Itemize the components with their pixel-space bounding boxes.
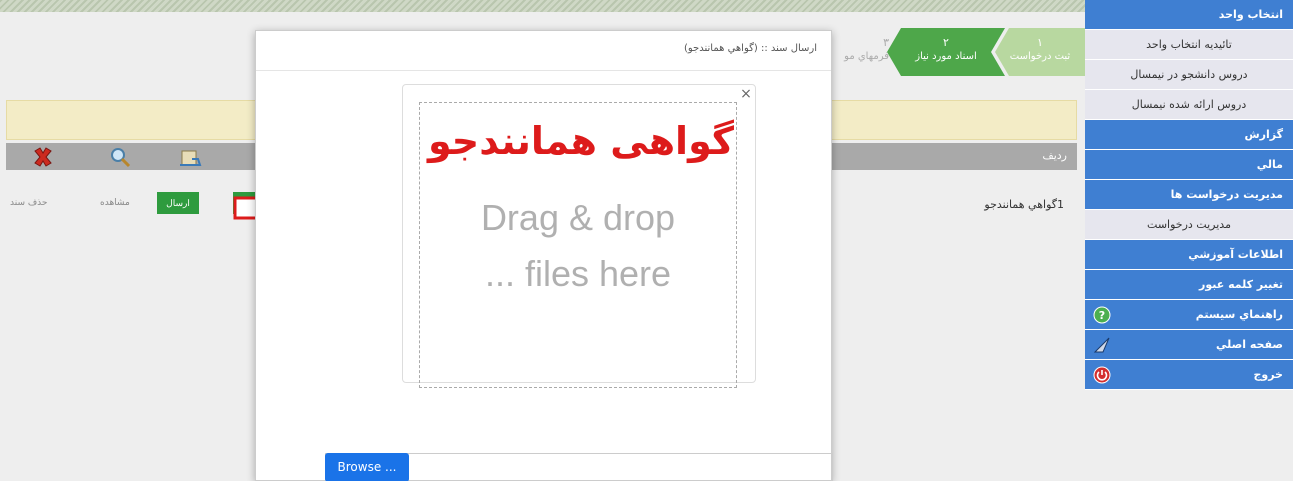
sidebar-item-logout[interactable]: خروج [1085, 360, 1293, 390]
sidebar-item-change-password[interactable]: تغيير كلمه عبور [1085, 270, 1293, 300]
sidebar-item-label: گزارش [1244, 128, 1283, 141]
delete-icon[interactable] [31, 145, 55, 169]
sidebar-item-confirm-units[interactable]: تائيديه انتخاب واحد [1085, 30, 1293, 60]
dropzone-text-line1: Drag & drop [480, 197, 676, 238]
sidebar-item-label: مديريت درخواست [1147, 218, 1231, 231]
sidebar: انتخاب واحد تائيديه انتخاب واحد دروس دان… [1085, 0, 1293, 481]
document-heading: گواهی همانندجو [427, 119, 734, 163]
send-button[interactable]: ارسال [157, 192, 199, 214]
sidebar-item-label: اطلاعات آموزشي [1188, 248, 1283, 261]
sidebar-item-label: خروج [1253, 368, 1283, 381]
modal-header: ارسال سند :: (گواهي همانندجو) [256, 31, 831, 71]
help-icon: ? [1093, 306, 1111, 324]
sidebar-item-system-help[interactable]: راهنماي سيستم ? [1085, 300, 1293, 330]
step-2-label: اسناد مورد نياز [915, 51, 977, 62]
sidebar-item-label: دروس دانشجو در نيمسال [1130, 68, 1248, 81]
step-2[interactable]: ۲ اسناد مورد نياز [887, 28, 1005, 76]
row-title: گواهي همانندجو [984, 198, 1057, 211]
top-banner-strip [0, 0, 1085, 12]
step-3[interactable]: ۳ فرمهاي مو [835, 28, 895, 76]
sidebar-item-label: راهنماي سيستم [1195, 308, 1283, 321]
sidebar-item-select-units[interactable]: انتخاب واحد [1085, 0, 1293, 30]
sidebar-item-financial[interactable]: مالي [1085, 150, 1293, 180]
row-number: 1 [1057, 198, 1064, 211]
step-3-label: فرمهاي مو [844, 51, 889, 62]
upload-modal: ارسال سند :: (گواهي همانندجو) × گواهی هم… [255, 30, 833, 481]
column-radif: رديف [1042, 149, 1067, 162]
sidebar-item-offered-courses[interactable]: دروس ارائه شده نيمسال [1085, 90, 1293, 120]
svg-text:?: ? [1099, 309, 1105, 322]
sidebar-item-label: دروس ارائه شده نيمسال [1131, 98, 1247, 111]
sidebar-item-label: مديريت درخواست ها [1170, 188, 1283, 201]
close-icon[interactable]: × [739, 87, 753, 101]
step-1-number: ۱ [1037, 36, 1043, 49]
sidebar-item-label: صفحه اصلي [1216, 338, 1283, 351]
step-1[interactable]: ۱ ثبت درخواست [995, 28, 1085, 76]
sidebar-item-home[interactable]: صفحه اصلي [1085, 330, 1293, 360]
upload-icon[interactable] [178, 145, 202, 169]
sidebar-item-label: انتخاب واحد [1218, 8, 1283, 21]
home-icon [1093, 337, 1110, 353]
delete-document-label[interactable]: حذف سند [10, 198, 47, 208]
sidebar-item-manage-request[interactable]: مديريت درخواست [1085, 210, 1293, 240]
step-1-label: ثبت درخواست [1009, 51, 1071, 62]
sidebar-item-label: تائيديه انتخاب واحد [1146, 38, 1232, 51]
search-icon[interactable] [108, 145, 132, 169]
power-icon [1093, 366, 1111, 384]
dropzone-text-line2: ... files here [484, 253, 672, 294]
sidebar-item-label: تغيير كلمه عبور [1199, 278, 1283, 291]
view-label[interactable]: مشاهده [100, 198, 130, 208]
sidebar-item-student-courses[interactable]: دروس دانشجو در نيمسال [1085, 60, 1293, 90]
sidebar-item-manage-requests[interactable]: مديريت درخواست ها [1085, 180, 1293, 210]
sidebar-item-educational-info[interactable]: اطلاعات آموزشي [1085, 240, 1293, 270]
browse-button[interactable]: Browse ... [325, 453, 409, 481]
wizard-steps: ۱ ثبت درخواست ۲ اسناد مورد نياز ۳ فرمهاي… [840, 28, 1085, 76]
sidebar-item-label: مالي [1256, 158, 1283, 171]
sidebar-item-report[interactable]: گزارش [1085, 120, 1293, 150]
modal-title: ارسال سند :: (گواهي همانندجو) [683, 43, 817, 54]
step-2-number: ۲ [943, 36, 949, 49]
step-3-number: ۳ [883, 36, 889, 49]
